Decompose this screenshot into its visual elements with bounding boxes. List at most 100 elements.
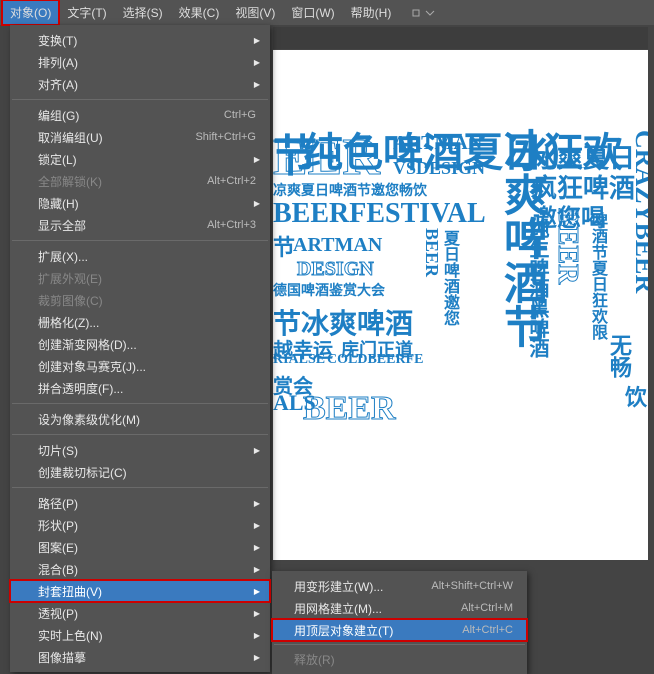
menu-item[interactable]: 对齐(A)▶ — [10, 73, 270, 95]
canvas-text: 德国啤酒鉴赏大会 — [273, 280, 385, 300]
menu-item[interactable]: 设为像素级优化(M) — [10, 408, 270, 430]
menu-item[interactable]: 取消编组(U)Shift+Ctrl+G — [10, 126, 270, 148]
menu-item-label: 封套扭曲(V) — [38, 583, 256, 600]
menu-帮助[interactable]: 帮助(H) — [343, 0, 400, 25]
menu-item[interactable]: 显示全部Alt+Ctrl+3 — [10, 214, 270, 236]
menu-item[interactable]: 栅格化(Z)... — [10, 311, 270, 333]
menu-效果[interactable]: 效果(C) — [171, 0, 228, 25]
submenu-item-label: 用变形建立(W)... — [294, 578, 431, 595]
submenu-arrow-icon: ▶ — [254, 446, 260, 455]
menu-item[interactable]: 形状(P)▶ — [10, 514, 270, 536]
canvas-text: CRAZYBEER — [629, 130, 648, 293]
submenu-item[interactable]: 用网格建立(M)...Alt+Ctrl+M — [272, 597, 527, 619]
canvas-text: BEER — [303, 390, 396, 428]
menu-item-label: 扩展(X)... — [38, 248, 256, 265]
menu-shortcut: Alt+Ctrl+2 — [207, 175, 256, 187]
menu-item[interactable]: 切片(S)▶ — [10, 439, 270, 461]
menu-item[interactable]: 排列(A)▶ — [10, 51, 270, 73]
canvas-text: 凉爽夏日啤酒节邀您畅饮 — [273, 180, 427, 200]
submenu-arrow-icon: ▶ — [254, 565, 260, 574]
submenu-arrow-icon: ▶ — [254, 199, 260, 208]
canvas[interactable]: 节纯色啤酒夏日狂欢EERARTMAN冰爽夏日VSDESIGN疯狂啤酒凉爽夏日啤酒… — [273, 50, 648, 560]
menu-item[interactable]: 透视(P)▶ — [10, 602, 270, 624]
menu-separator — [274, 644, 525, 645]
canvas-text: DESIGN — [297, 258, 374, 281]
menu-item[interactable]: 图像描摹▶ — [10, 646, 270, 668]
menu-item-label: 透视(P) — [38, 605, 256, 622]
toolbar-arrows[interactable] — [405, 6, 441, 20]
menu-item-label: 扩展外观(E) — [38, 270, 256, 287]
menu-shortcut: Alt+Ctrl+3 — [207, 219, 256, 231]
menu-shortcut: Ctrl+G — [224, 109, 256, 121]
canvas-text: ARTMAN — [293, 234, 382, 257]
menu-item[interactable]: 混合(B)▶ — [10, 558, 270, 580]
canvas-text: EER — [273, 128, 380, 187]
submenu-item[interactable]: 用顶层对象建立(T)Alt+Ctrl+C — [272, 619, 527, 641]
menu-item[interactable]: 路径(P)▶ — [10, 492, 270, 514]
submenu-arrow-icon: ▶ — [254, 80, 260, 89]
menu-item-label: 创建渐变网格(D)... — [38, 336, 256, 353]
menu-item[interactable]: 编组(G)Ctrl+G — [10, 104, 270, 126]
menu-item[interactable]: 创建渐变网格(D)... — [10, 333, 270, 355]
menu-item-label: 全部解锁(K) — [38, 173, 207, 190]
menu-item-label: 锁定(L) — [38, 151, 256, 168]
submenu-arrow-icon: ▶ — [254, 631, 260, 640]
canvas-text: COLDBEERFE — [327, 352, 423, 368]
menu-separator — [12, 487, 268, 488]
menu-item: 裁剪图像(C) — [10, 289, 270, 311]
menu-item-label: 实时上色(N) — [38, 627, 256, 644]
submenu-arrow-icon: ▶ — [254, 543, 260, 552]
menu-对象[interactable]: 对象(O) — [2, 0, 59, 25]
submenu-item[interactable]: 用变形建立(W)...Alt+Shift+Ctrl+W — [272, 575, 527, 597]
canvas-text: BEER — [421, 228, 442, 277]
menu-视图[interactable]: 视图(V) — [227, 0, 283, 25]
menu-item-label: 设为像素级优化(M) — [38, 411, 256, 428]
submenu-arrow-icon: ▶ — [254, 499, 260, 508]
submenu-shortcut: Alt+Shift+Ctrl+W — [431, 580, 513, 592]
menu-item-label: 切片(S) — [38, 442, 256, 459]
menu-item-label: 拼合透明度(F)... — [38, 380, 256, 397]
menu-item: 全部解锁(K)Alt+Ctrl+2 — [10, 170, 270, 192]
menu-item[interactable]: 图案(E)▶ — [10, 536, 270, 558]
menu-item-label: 裁剪图像(C) — [38, 292, 256, 309]
submenu-arrow-icon: ▶ — [254, 653, 260, 662]
canvas-text: 无畅 — [603, 334, 635, 378]
submenu-arrow-icon: ▶ — [254, 155, 260, 164]
menu-item[interactable]: 创建裁切标记(C) — [10, 461, 270, 483]
menu-item[interactable]: 拼合透明度(F)... — [10, 377, 270, 399]
menu-item-label: 对齐(A) — [38, 76, 256, 93]
submenu-arrow-icon: ▶ — [254, 36, 260, 45]
submenu-arrow-icon: ▶ — [254, 587, 260, 596]
menu-item[interactable]: 变换(T)▶ — [10, 29, 270, 51]
menu-item[interactable]: 锁定(L)▶ — [10, 148, 270, 170]
menu-item-label: 形状(P) — [38, 517, 256, 534]
canvas-text: 纯生啤酒黑啤酒 — [523, 218, 552, 358]
menu-item[interactable]: 隐藏(H)▶ — [10, 192, 270, 214]
menu-separator — [12, 99, 268, 100]
menu-文字[interactable]: 文字(T) — [59, 0, 114, 25]
menu-选择[interactable]: 选择(S) — [115, 0, 171, 25]
menu-item[interactable]: 封套扭曲(V)▶ — [10, 580, 270, 602]
canvas-text: BEER — [551, 208, 583, 284]
canvas-text: VSDESIGN — [393, 158, 485, 179]
submenu-shortcut: Alt+Ctrl+M — [461, 602, 513, 614]
canvas-text: BEERFESTIVAL — [273, 198, 486, 230]
submenu-item-label: 释放(R) — [294, 651, 513, 668]
object-menu-dropdown: 变换(T)▶排列(A)▶对齐(A)▶编组(G)Ctrl+G取消编组(U)Shif… — [10, 25, 270, 672]
canvas-text: 饮 — [625, 380, 647, 412]
menu-item[interactable]: 扩展(X)... — [10, 245, 270, 267]
submenu-item-label: 用网格建立(M)... — [294, 600, 461, 617]
menu-item-label: 取消编组(U) — [38, 129, 195, 146]
submenu-shortcut: Alt+Ctrl+C — [462, 624, 513, 636]
menu-separator — [12, 434, 268, 435]
canvas-text: ARTMAN — [393, 132, 482, 155]
menu-item[interactable]: 创建对象马赛克(J)... — [10, 355, 270, 377]
menu-窗口[interactable]: 窗口(W) — [283, 0, 342, 25]
menu-bar: 对象(O)文字(T)选择(S)效果(C)视图(V)窗口(W)帮助(H) — [0, 0, 654, 25]
submenu-arrow-icon: ▶ — [254, 521, 260, 530]
menu-item[interactable]: 实时上色(N)▶ — [10, 624, 270, 646]
menu-item-label: 图像描摹 — [38, 649, 256, 666]
menu-item-label: 创建对象马赛克(J)... — [38, 358, 256, 375]
menu-item: 扩展外观(E) — [10, 267, 270, 289]
menu-shortcut: Shift+Ctrl+G — [195, 131, 256, 143]
